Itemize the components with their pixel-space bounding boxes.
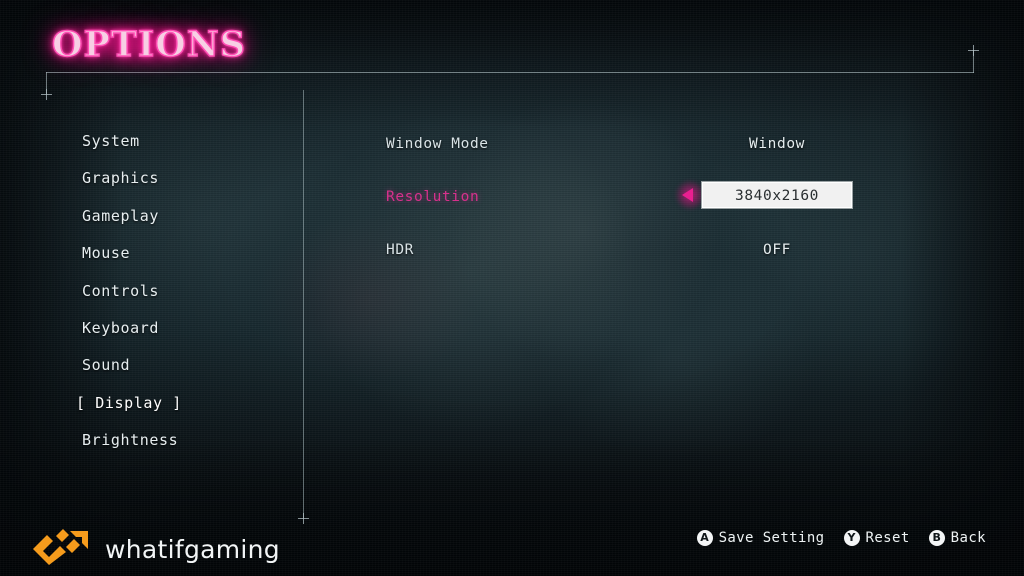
whatifgaming-logo-icon: [30, 527, 92, 571]
setting-label-hdr: HDR: [386, 242, 414, 258]
button-prompts: A Save Setting Y Reset B Back: [696, 530, 986, 546]
arrow-left-triangle: [682, 188, 693, 202]
prompt-reset[interactable]: Y Reset: [843, 530, 910, 546]
setting-row-resolution[interactable]: Resolution 3840x2160: [386, 181, 946, 237]
prompt-save-setting[interactable]: A Save Setting: [696, 530, 825, 546]
setting-value-resolution[interactable]: 3840x2160: [701, 181, 853, 209]
sidebar-item-display[interactable]: [ Display ]: [76, 385, 282, 422]
setting-label-resolution: Resolution: [386, 189, 480, 205]
sidebar-item-system[interactable]: System: [82, 123, 282, 160]
button-y-icon: Y: [843, 530, 860, 546]
prompt-label-save-setting: Save Setting: [718, 530, 825, 546]
sidebar-item-keyboard[interactable]: Keyboard: [82, 310, 282, 347]
page-title: OPTIONS: [40, 17, 246, 73]
sidebar: System Graphics Gameplay Mouse Controls …: [76, 123, 282, 460]
arrow-left-icon[interactable]: [676, 181, 704, 209]
setting-row-hdr[interactable]: HDR OFF: [386, 237, 946, 290]
sidebar-divider: [303, 90, 304, 518]
settings-list: Window Mode Window Resolution 3840x2160 …: [386, 131, 946, 290]
frame-right-stub: [973, 50, 974, 73]
setting-value-window-mode[interactable]: Window: [677, 131, 877, 157]
setting-row-window-mode[interactable]: Window Mode Window: [386, 131, 946, 184]
setting-value-hdr[interactable]: OFF: [677, 237, 877, 263]
sidebar-item-brightness[interactable]: Brightness: [82, 422, 282, 459]
setting-label-window-mode: Window Mode: [386, 136, 489, 152]
frame-left-stub: [46, 72, 47, 94]
watermark-label: whatifgaming: [105, 534, 280, 564]
sidebar-item-mouse[interactable]: Mouse: [82, 235, 282, 272]
button-a-icon: A: [696, 530, 713, 546]
options-screen: OPTIONS System Graphics Gameplay Mouse C…: [0, 0, 1024, 576]
prompt-label-reset: Reset: [865, 530, 910, 546]
prompt-label-back: Back: [950, 530, 986, 546]
sidebar-item-sound[interactable]: Sound: [82, 347, 282, 384]
sidebar-item-controls[interactable]: Controls: [82, 273, 282, 310]
sidebar-item-graphics[interactable]: Graphics: [82, 160, 282, 197]
watermark: whatifgaming: [30, 527, 280, 571]
button-b-icon: B: [928, 530, 945, 546]
prompt-back[interactable]: B Back: [928, 530, 986, 546]
page-title-label: OPTIONS: [51, 24, 246, 65]
sidebar-item-gameplay[interactable]: Gameplay: [82, 198, 282, 235]
